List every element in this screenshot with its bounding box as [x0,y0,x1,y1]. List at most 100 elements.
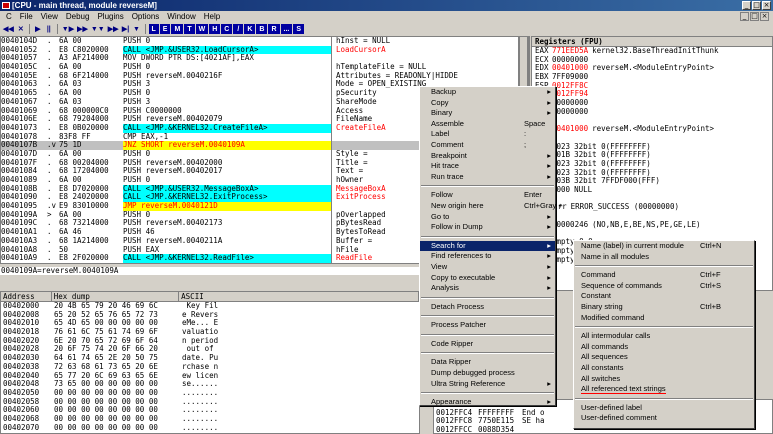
dump-row[interactable]: 00402028 20 6F 75 74 20 6F 66 20 out of [1,345,419,354]
dump-header-address[interactable]: Address [1,292,52,302]
context-item-copy[interactable]: Copy ▸ [420,98,555,109]
toolbar-button-4[interactable]: ▼▶ [61,24,75,34]
register-row[interactable]: ESP0012FF8C [532,82,772,91]
disasm-row[interactable]: 00401052. E8 C8020000 CALL <JMP.&USER32.Lo… [1,45,518,55]
dump-header-hex[interactable]: Hex dump [51,292,180,302]
dump-row[interactable]: 00402008 65 20 52 65 76 65 72 73 e Revers [1,311,419,320]
toolbar-button-18[interactable]: K [244,24,256,34]
register-row[interactable] [532,229,772,238]
register-row[interactable] [532,212,772,221]
context-item-appearance[interactable]: Appearance ▸ [420,397,555,408]
toolbar-button-6[interactable]: ▼▼ [90,24,106,34]
context-item-detach-process[interactable]: Detach Process [420,302,555,313]
context-item-binary[interactable]: Binary ▸ [420,108,555,119]
submenu-item-sequence-of-commands[interactable]: Sequence of commands Ctrl+S [574,281,754,292]
toolbar-button-3[interactable]: || [44,24,54,34]
register-row[interactable]: CS001B32bit 0(FFFFFFFF) [532,151,772,160]
toolbar-button-13[interactable]: T [184,24,195,34]
dump-row[interactable]: 00402060 00 00 00 00 00 00 00 00........ [1,406,419,415]
submenu-item-binary-string[interactable]: Binary string Ctrl+B [574,302,754,313]
toolbar-button-14[interactable]: W [195,24,209,34]
context-item-code-ripper[interactable]: Code Ripper [420,339,555,350]
context-item-copy-to-executable[interactable]: Copy to executable ▸ [420,273,555,284]
register-row[interactable]: EIP00401000reverseM.<ModuleEntryPoint> [532,125,772,134]
context-item-hit-trace[interactable]: Hit trace ▸ [420,161,555,172]
dump-row[interactable]: 00402010 65 4D 65 00 00 00 00 00 eMe... E [1,319,419,328]
submenu-item-all-intermodular-calls[interactable]: All intermodular calls [574,331,754,342]
disasm-row[interactable]: 0040104D. 6A 00 PUSH 0 hInst = NULL [1,37,518,46]
register-row[interactable]: EFL00000246(NO,NB,E,BE,NS,PE,GE,LE) [532,221,772,230]
toolbar-button-2[interactable]: ▶ [33,24,43,34]
submenu-item-user-defined-label[interactable]: User-defined label [574,403,754,414]
toolbar-button-20[interactable]: R [268,24,280,34]
dump-row[interactable]: 00402030 64 61 74 65 2E 20 50 75 date. Pu [1,354,419,363]
menu-item-help[interactable]: Help [200,11,224,23]
register-row[interactable]: DS002332bit 0(FFFFFFFF) [532,169,772,178]
menu-item-plugins[interactable]: Plugins [93,11,127,23]
register-row[interactable] [532,195,772,204]
context-item-new-origin-here[interactable]: New origin here Ctrl+Gray + [420,201,563,212]
submenu-item-constant[interactable]: Constant [574,291,754,302]
register-row[interactable]: EAX 771EED5A kernel32.BaseThreadInitThunk [532,47,772,56]
submenu-item-name-label-in-current-module[interactable]: Name (label) in current module Ctrl+N [574,241,754,252]
submenu-item-all-commands[interactable]: All commands [574,342,754,353]
dump-row[interactable]: 00402038 72 63 68 61 73 65 20 6E rchase n [1,363,419,372]
context-item-dump-debugged-process[interactable]: Dump debugged process [420,368,555,379]
toolbar-button-11[interactable]: E [159,24,171,34]
context-item-comment[interactable]: Comment; [420,140,555,151]
register-row[interactable]: LastErrERROR_SUCCESS (00000000) [532,203,772,212]
submenu-item-name-in-all-modules[interactable]: Name in all modules [574,252,754,263]
submenu-item-all-referenced-text-strings[interactable]: All referenced text strings [574,384,754,395]
dump-row[interactable]: 00402000 20 4B 65 79 20 46 69 6C Key Fil [1,302,419,311]
dump-row[interactable]: 00402068 00 00 00 00 00 00 00 00........ [1,415,419,424]
submenu-item-all-switches[interactable]: All switches [574,374,754,385]
toolbar-button-0[interactable]: ◀◀ [2,24,15,34]
toolbar-button-12[interactable]: M [171,24,184,34]
toolbar-button-8[interactable]: ▶| [121,24,131,34]
context-item-find-references-to[interactable]: Find references to ▸ [420,251,555,262]
dump-row[interactable]: 00402048 73 65 00 00 00 00 00 00 se...... [1,380,419,389]
context-item-process-patcher[interactable]: Process Patcher [420,320,555,331]
context-item-run-trace[interactable]: Run trace ▸ [420,172,555,183]
register-row[interactable]: SS002332bit 0(FFFFFFFF) [532,160,772,169]
submenu-item-command[interactable]: Command Ctrl+F [574,270,754,281]
disasm-row[interactable]: 00401057. A3 AF214000 MOV DWORD PTR DS:[40… [1,54,518,64]
context-item-label[interactable]: Label: [420,129,555,140]
disasm-row[interactable]: 0040105E. 68 6F214000 PUSH reverseM.004021… [1,71,518,81]
context-item-backup[interactable]: Backup ▸ [420,87,555,98]
dump-row[interactable]: 00402058 00 00 00 00 00 00 00 00........ [1,398,419,407]
context-item-ultra-string-reference[interactable]: Ultra String Reference ▸ [420,379,555,390]
close-button[interactable]: × [762,1,771,10]
submenu-item-modified-command[interactable]: Modified command [574,313,754,324]
register-row[interactable]: EDI00000000 [532,108,772,117]
register-row[interactable] [532,134,772,143]
context-item-data-ripper[interactable]: Data Ripper [420,357,555,368]
toolbar-button-10[interactable]: L [148,24,159,34]
submenu-item-all-constants[interactable]: All constants [574,363,754,374]
disasm-row[interactable]: 0040105C. 6A 00 PUSH 0 hTemplateFile = NULL [1,63,518,72]
context-item-go-to[interactable]: Go to ▸ [420,212,555,223]
toolbar-button-15[interactable]: H [209,24,221,34]
dump-pane[interactable]: Address Hex dump ASCII 00402000 20 4B 65 … [0,291,420,434]
mdi-restore-button[interactable]: □ [750,12,759,21]
maximize-button[interactable]: □ [752,1,761,10]
register-row[interactable]: FS003B32bit 7FFDF000(FFF) [532,177,772,186]
context-item-view[interactable]: View ▸ [420,262,555,273]
toolbar-button-1[interactable]: ✕ [16,24,26,34]
register-row[interactable]: GS0000NULL [532,186,772,195]
toolbar-button-16[interactable]: C [221,24,233,34]
mdi-minimize-button[interactable]: _ [740,12,749,21]
dump-row[interactable]: 00402018 76 61 6C 75 61 74 69 6F valuatio [1,328,419,337]
menu-item-view[interactable]: View [37,11,62,23]
register-row[interactable]: EBP0012FF94 [532,90,772,99]
register-row[interactable]: ECX 00000000 [532,56,772,65]
context-item-breakpoint[interactable]: Breakpoint ▸ [420,151,555,162]
dump-row[interactable]: 00402050 00 00 00 00 00 00 00 00........ [1,389,419,398]
mdi-close-button[interactable]: × [760,12,769,21]
context-item-analysis[interactable]: Analysis ▸ [420,283,555,294]
toolbar-button-7[interactable]: ▶▶ [107,24,120,34]
context-item-assemble[interactable]: Assemble Space [420,119,555,130]
submenu-item-user-defined-comment[interactable]: User-defined comment [574,413,754,424]
menu-item-options[interactable]: Options [128,11,164,23]
context-item-search-for[interactable]: Search for ▸ [420,240,555,252]
